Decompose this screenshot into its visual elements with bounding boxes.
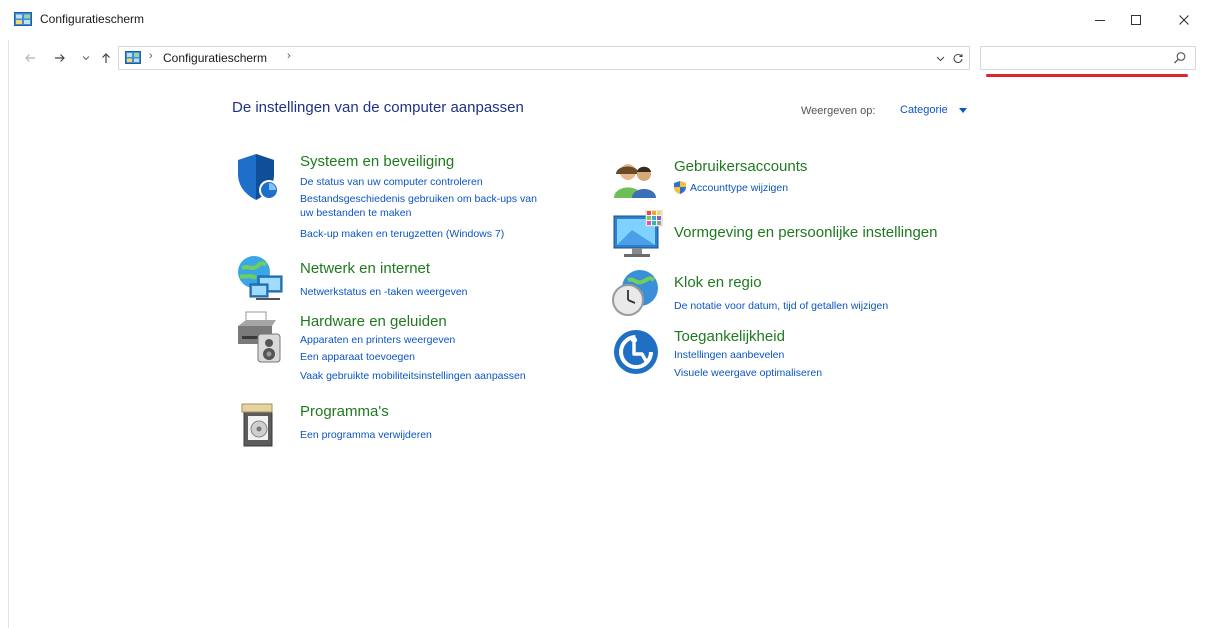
maximize-button[interactable]	[1116, 6, 1156, 34]
breadcrumb-separator[interactable]: ›	[149, 50, 153, 62]
category-title-hardware[interactable]: Hardware en geluiden	[300, 313, 447, 330]
chevron-down-icon	[936, 56, 944, 61]
category-title-vormgeving[interactable]: Vormgeving en persoonlijke instellingen	[674, 224, 938, 241]
page-title: De instellingen van de computer aanpasse…	[232, 99, 524, 116]
category-title-programmas[interactable]: Programma's	[300, 403, 389, 420]
link-systeem-backup[interactable]: Back-up maken en terugzetten (Windows 7)	[300, 228, 504, 241]
category-title-toegankelijkheid[interactable]: Toegankelijkheid	[674, 328, 785, 345]
title-bar[interactable]: Configuratiescherm	[0, 0, 1206, 40]
refresh-icon	[953, 54, 963, 63]
link-toegankelijkheid-optimaliseren[interactable]: Visuele weergave optimaliseren	[674, 367, 822, 380]
category-title-netwerk[interactable]: Netwerk en internet	[300, 260, 430, 277]
close-icon	[1179, 15, 1189, 25]
address-dropdown-button[interactable]	[933, 51, 947, 65]
caret-down-icon[interactable]	[959, 108, 967, 114]
link-systeem-bestandsgeschiedenis-2[interactable]: uw bestanden te maken	[300, 207, 412, 220]
link-klok-notatie[interactable]: De notatie voor datum, tijd of getallen …	[674, 300, 888, 313]
arrow-left-icon	[25, 54, 35, 62]
search-input[interactable]	[983, 49, 1169, 67]
up-button[interactable]	[96, 48, 116, 68]
link-netwerk-status[interactable]: Netwerkstatus en -taken weergeven	[300, 286, 468, 299]
link-hardware-apparaten[interactable]: Apparaten en printers weergeven	[300, 334, 455, 347]
control-panel-icon	[125, 51, 141, 64]
minimize-icon	[1095, 20, 1105, 21]
category-title-gebruikers[interactable]: Gebruikersaccounts	[674, 158, 807, 175]
monitor-palette-icon[interactable]	[612, 210, 664, 260]
breadcrumb-separator[interactable]: ›	[287, 50, 291, 62]
category-title-systeem[interactable]: Systeem en beveiliging	[300, 153, 454, 170]
refresh-button[interactable]	[951, 51, 965, 65]
clock-globe-icon[interactable]	[610, 268, 662, 318]
search-box[interactable]	[980, 46, 1196, 70]
forward-button[interactable]	[50, 48, 70, 68]
globe-network-icon[interactable]	[236, 254, 286, 302]
chevron-down-icon	[82, 56, 90, 61]
view-by-label: Weergeven op:	[801, 105, 876, 117]
link-systeem-bestandsgeschiedenis[interactable]: Bestandsgeschiedenis gebruiken om back-u…	[300, 193, 537, 206]
back-button[interactable]	[20, 48, 40, 68]
recent-locations-button[interactable]	[76, 48, 96, 68]
window-edge	[8, 40, 9, 628]
link-systeem-status[interactable]: De status van uw computer controleren	[300, 176, 483, 189]
control-panel-icon	[14, 12, 32, 26]
uac-shield-icon	[674, 181, 686, 194]
arrow-up-icon	[102, 53, 110, 63]
programs-icon[interactable]	[240, 402, 276, 448]
link-hardware-toevoegen[interactable]: Een apparaat toevoegen	[300, 351, 415, 364]
window-title: Configuratiescherm	[40, 12, 145, 26]
maximize-icon	[1131, 15, 1141, 25]
category-title-klok[interactable]: Klok en regio	[674, 274, 762, 291]
search-icon[interactable]	[1173, 51, 1187, 65]
link-hardware-mobiliteit[interactable]: Vaak gebruikte mobiliteitsinstellingen a…	[300, 370, 526, 383]
close-button[interactable]	[1164, 6, 1204, 34]
link-programmas-verwijderen[interactable]: Een programma verwijderen	[300, 429, 432, 442]
arrow-right-icon	[55, 54, 65, 62]
address-bar[interactable]: › Configuratiescherm ›	[118, 46, 970, 70]
view-by-dropdown[interactable]: Categorie	[900, 104, 948, 116]
search-highlight-underline	[986, 74, 1188, 77]
users-icon[interactable]	[612, 160, 658, 200]
link-toegankelijkheid-aanbevelen[interactable]: Instellingen aanbevelen	[674, 349, 784, 362]
control-panel-window: Configuratiescherm › Configuratiescherm	[0, 0, 1206, 628]
minimize-button[interactable]	[1080, 6, 1120, 34]
link-gebruikers-accounttype[interactable]: Accounttype wijzigen	[690, 182, 788, 195]
accessibility-icon[interactable]	[612, 328, 660, 376]
printer-icon[interactable]	[236, 310, 284, 364]
shield-icon[interactable]	[236, 152, 280, 202]
breadcrumb-control-panel[interactable]: Configuratiescherm	[163, 51, 267, 65]
